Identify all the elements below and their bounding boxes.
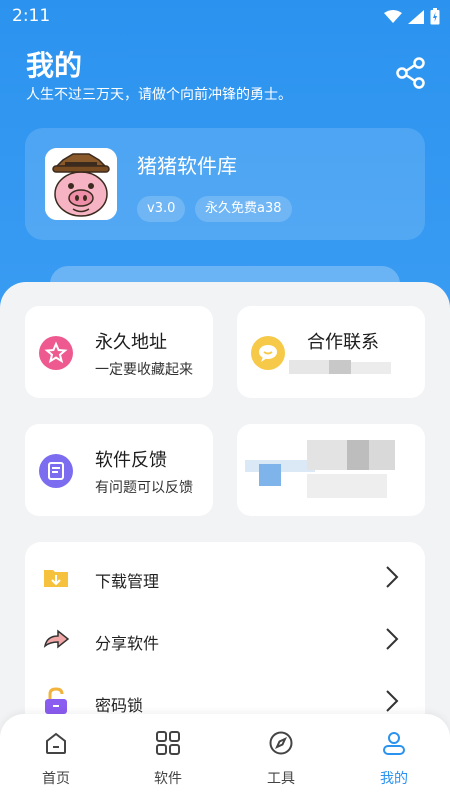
tab-label: 首页: [42, 771, 70, 787]
grid-icon: [156, 731, 180, 755]
tab-label: 软件: [154, 771, 182, 787]
menu-item-share[interactable]: 分享软件: [25, 608, 425, 670]
tab-label: 我的: [380, 771, 408, 787]
page-title: 我的: [26, 49, 83, 82]
share-icon: [396, 57, 425, 89]
chevron-right-icon: [386, 566, 399, 588]
app-name: 猪猪软件库: [137, 154, 237, 178]
menu-label: 下载管理: [95, 572, 160, 591]
feedback-icon: [39, 454, 73, 488]
wifi-icon: [384, 9, 402, 23]
tab-home[interactable]: 首页: [0, 714, 112, 800]
blurred-content: [369, 440, 395, 470]
share-button[interactable]: [394, 56, 428, 90]
padlock-icon: [45, 687, 67, 714]
tab-mine[interactable]: 我的: [338, 714, 450, 800]
pig-mascot-icon: [45, 148, 117, 220]
tile-obscured[interactable]: [237, 424, 425, 516]
menu-label: 分享软件: [95, 634, 160, 653]
blurred-content: [259, 464, 281, 486]
tile-subtitle: 一定要收藏起来: [95, 362, 193, 378]
blurred-content: [307, 474, 387, 498]
chat-bubble-icon: [251, 336, 285, 370]
page-subtitle: 人生不过三万天，请做个向前冲锋的勇士。: [26, 87, 292, 103]
app-logo: [45, 148, 117, 220]
tile-title: 合作联系: [307, 332, 379, 353]
blurred-content: [307, 440, 347, 470]
tab-label: 工具: [267, 771, 295, 787]
signal-icon: [408, 9, 424, 24]
blurred-content: [351, 362, 391, 374]
download-folder-icon: [44, 570, 68, 587]
tile-permanent-address[interactable]: 永久地址 一定要收藏起来: [25, 306, 213, 398]
status-bar: 2:11: [0, 0, 450, 34]
battery-icon: [430, 8, 440, 25]
tile-title: 永久地址: [95, 332, 167, 353]
menu-list: 下载管理 分享软件 密码锁: [25, 542, 425, 742]
blurred-content: [289, 360, 329, 374]
star-badge-icon: [39, 336, 73, 370]
tile-subtitle: 有问题可以反馈: [95, 480, 193, 496]
compass-icon: [269, 731, 293, 755]
version-badge: v3.0: [137, 196, 186, 222]
free-badge: 永久免费a38: [195, 196, 292, 222]
bottom-tab-bar: 首页 软件 工具 我的: [0, 714, 450, 800]
system-icons: [384, 8, 440, 25]
menu-item-download[interactable]: 下载管理: [25, 546, 425, 608]
chevron-right-icon: [386, 628, 399, 650]
blurred-content: [347, 440, 369, 470]
menu-label: 密码锁: [95, 696, 144, 715]
home-icon: [46, 732, 66, 754]
profile-card[interactable]: 猪猪软件库 v3.0 永久免费a38: [25, 128, 425, 240]
blurred-content: [329, 360, 351, 374]
tab-tools[interactable]: 工具: [225, 714, 337, 800]
tile-cooperation[interactable]: 合作联系: [237, 306, 425, 398]
user-icon: [383, 732, 405, 755]
tab-software[interactable]: 软件: [112, 714, 224, 800]
status-time: 2:11: [12, 6, 51, 26]
chevron-right-icon: [386, 690, 399, 712]
tile-title: 软件反馈: [95, 450, 167, 471]
share-arrow-icon: [43, 629, 70, 649]
tile-feedback[interactable]: 软件反馈 有问题可以反馈: [25, 424, 213, 516]
